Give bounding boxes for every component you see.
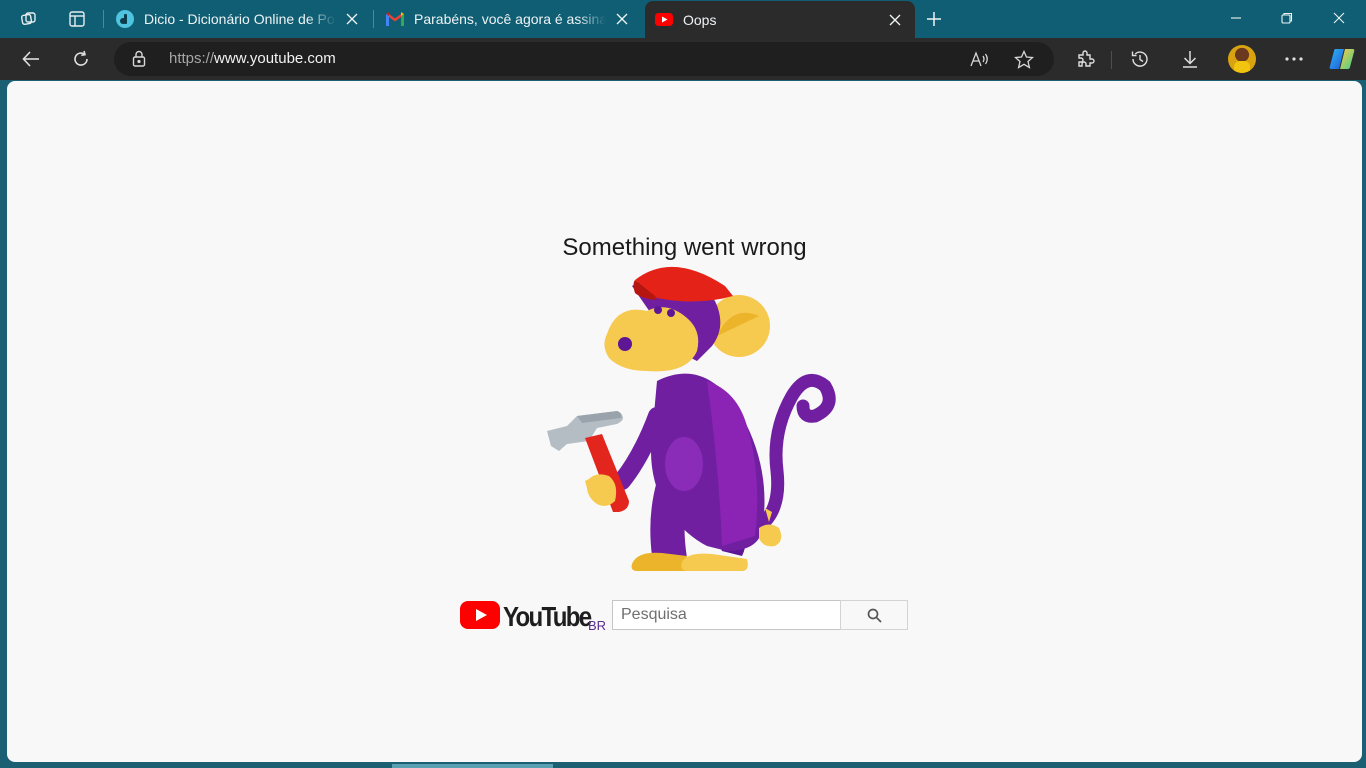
history-icon[interactable] [1123,42,1157,76]
read-aloud-icon[interactable] [968,47,992,71]
tab-youtube[interactable]: Oops [645,1,915,38]
tab-separator [373,10,374,28]
url-host: www.youtube.com [214,50,336,67]
close-icon[interactable] [885,10,905,30]
tab-gmail[interactable]: Parabéns, você agora é assinante [376,3,642,35]
search-input[interactable] [612,600,841,630]
back-icon[interactable] [14,42,48,76]
tab-actions-icon[interactable] [63,5,91,33]
region-code: BR [588,618,607,633]
new-tab-icon[interactable] [920,5,948,33]
extensions-icon[interactable] [1068,42,1102,76]
tab-title: Dicio - Dicionário Online de Português [144,11,336,27]
close-icon[interactable] [342,9,362,29]
gmail-icon [386,10,404,28]
address-bar[interactable]: https://www.youtube.com [114,42,1054,76]
youtube-logo[interactable]: YouTube BR [460,600,610,633]
window-close-icon[interactable] [1316,0,1362,36]
youtube-wordmark: YouTube [503,601,592,632]
workspaces-icon[interactable] [15,5,43,33]
close-icon[interactable] [612,9,632,29]
restore-icon[interactable] [1264,0,1310,36]
dicio-icon [116,10,134,28]
search-button[interactable] [840,600,908,630]
refresh-icon[interactable] [64,42,98,76]
navigation-toolbar: https://www.youtube.com [0,38,1366,80]
profile-avatar[interactable] [1228,45,1256,73]
tab-title: Oops [683,11,717,28]
monkey-with-hammer-illustration [547,266,836,571]
tab-dicio[interactable]: Dicio - Dicionário Online de Português [106,3,372,35]
downloads-icon[interactable] [1173,42,1207,76]
youtube-play-icon [460,601,500,629]
tab-title: Parabéns, você agora é assinante [414,11,606,27]
tab-strip: Dicio - Dicionário Online de Português P… [0,0,1366,38]
favorite-star-icon[interactable] [1012,47,1036,71]
minimize-icon[interactable] [1213,0,1259,36]
url-text[interactable]: https://www.youtube.com [169,50,336,67]
youtube-icon [655,11,673,29]
tab-separator [103,10,104,28]
toolbar-separator [1111,51,1112,69]
copilot-icon[interactable] [1325,42,1359,76]
url-protocol: https:// [169,50,215,67]
search-icon [867,608,882,623]
page-content: Something went wrong YouTube BR Pesquisa [7,81,1362,762]
more-options-icon[interactable] [1277,42,1311,76]
lock-icon[interactable] [132,50,146,72]
error-heading: Something went wrong [562,234,807,261]
taskbar-indicator [392,764,553,768]
